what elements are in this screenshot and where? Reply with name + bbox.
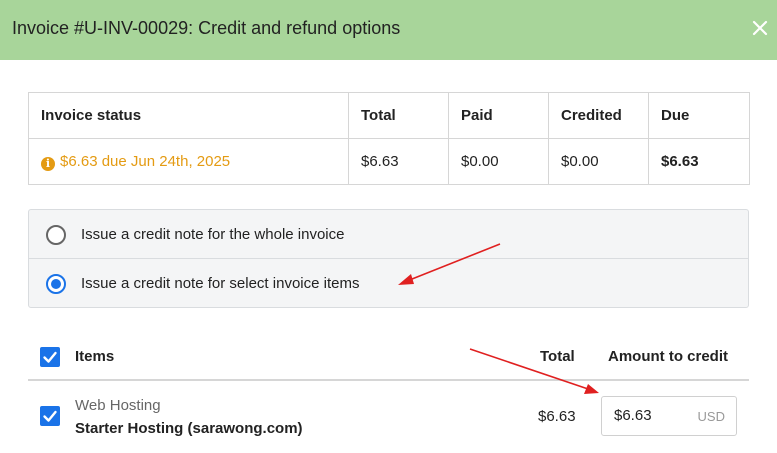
amount-input[interactable] (614, 407, 694, 424)
credit-option-group: Issue a credit note for the whole invoic… (28, 209, 749, 308)
items-column-title: Items (75, 348, 115, 365)
paid-cell: $0.00 (448, 138, 549, 185)
option-label: Issue a credit note for the whole invoic… (81, 226, 345, 243)
header-invoice-status: Invoice status (28, 92, 349, 139)
info-icon: i (41, 156, 55, 171)
due-cell: $6.63 (648, 138, 750, 185)
amount-column-title: Amount to credit (608, 348, 728, 365)
close-button[interactable] (749, 17, 771, 39)
header-total: Total (348, 92, 449, 139)
header-paid: Paid (448, 92, 549, 139)
select-all-checkbox[interactable] (40, 347, 60, 367)
table-row: i $6.63 due Jun 24th, 2025 $6.63 $0.00 $0… (28, 138, 750, 185)
total-cell: $6.63 (348, 138, 449, 185)
option-label: Issue a credit note for select invoice i… (81, 275, 360, 292)
radio-select-items[interactable] (46, 274, 66, 294)
items-header: Items Total Amount to credit (28, 335, 749, 381)
header-credited: Credited (548, 92, 649, 139)
header-due: Due (648, 92, 750, 139)
check-icon (43, 410, 57, 422)
list-item: Web Hosting Starter Hosting (sarawong.co… (28, 383, 749, 453)
credited-cell: $0.00 (548, 138, 649, 185)
modal-header: Invoice #U-INV-00029: Credit and refund … (0, 0, 777, 60)
radio-whole-invoice[interactable] (46, 225, 66, 245)
status-text: $6.63 due Jun 24th, 2025 (60, 152, 231, 170)
currency-label: USD (697, 409, 725, 424)
item-total: $6.63 (538, 408, 576, 425)
invoice-status-table: Invoice status Total Paid Credited Due i… (28, 92, 750, 185)
item-checkbox[interactable] (40, 406, 60, 426)
modal-title: Invoice #U-INV-00029: Credit and refund … (12, 18, 401, 38)
option-select-items[interactable]: Issue a credit note for select invoice i… (29, 259, 748, 308)
item-description: Starter Hosting (sarawong.com) (75, 420, 303, 437)
total-column-title: Total (540, 348, 575, 365)
item-name: Web Hosting (75, 397, 161, 414)
table-header-row: Invoice status Total Paid Credited Due (28, 92, 750, 139)
option-whole-invoice[interactable]: Issue a credit note for the whole invoic… (29, 210, 748, 259)
check-icon (43, 351, 57, 363)
amount-to-credit-field[interactable]: USD (601, 396, 737, 436)
close-icon (752, 20, 768, 36)
status-cell: i $6.63 due Jun 24th, 2025 (28, 138, 349, 185)
